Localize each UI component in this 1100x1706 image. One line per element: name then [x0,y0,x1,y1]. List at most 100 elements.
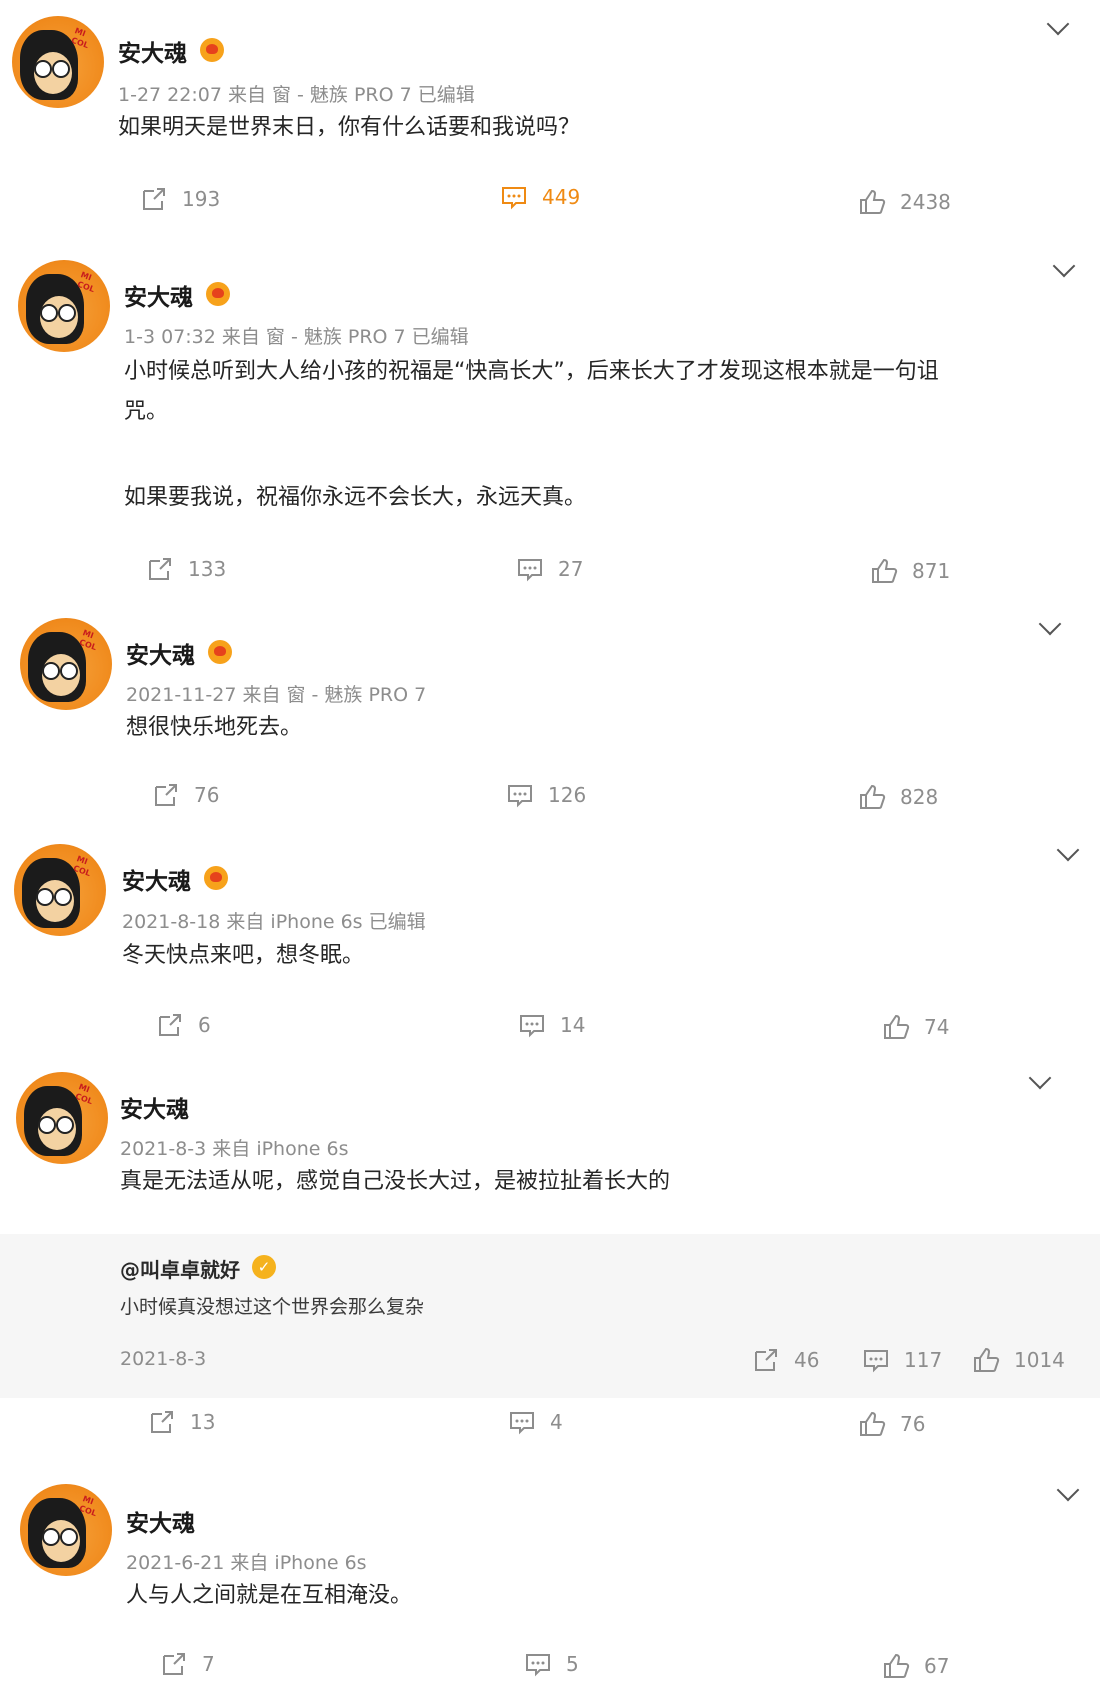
like-icon [870,557,898,585]
comment-button[interactable]: 27 [516,555,583,583]
chevron-down-icon[interactable] [1038,612,1062,636]
repost-icon [156,1011,184,1039]
comment-button[interactable]: 5 [524,1650,579,1678]
avatar[interactable]: MI COL [12,16,104,108]
comment-icon [518,1011,546,1039]
like-button[interactable]: 2438 [858,188,951,216]
avatar[interactable]: MI COL [20,1484,112,1576]
like-button[interactable]: 871 [870,557,950,585]
repost-button[interactable]: 193 [140,185,220,213]
like-button[interactable]: 76 [858,1410,925,1438]
repost-button[interactable]: 76 [152,781,219,809]
author-name[interactable]: 安大魂 [124,278,193,312]
comment-icon [508,1408,536,1436]
quoted-text: 小时候真没想过这个世界会那么复杂 [120,1296,425,1318]
repost-icon [140,185,168,213]
repost-icon [160,1650,188,1678]
repost-button[interactable]: 133 [146,555,226,583]
comment-count: 5 [566,1652,579,1676]
comment-icon [500,183,528,211]
repost-button[interactable]: 7 [160,1650,215,1678]
author-name[interactable]: 安大魂 [120,1090,189,1124]
quoted-like-button[interactable]: 1014 [972,1346,1065,1374]
vip-badge-icon [204,866,228,890]
post-text: 人与人之间就是在互相淹没。 [126,1583,413,1608]
vip-badge-icon [206,282,230,306]
comment-icon [862,1346,890,1374]
repost-count: 133 [188,557,227,581]
chevron-down-icon[interactable] [1056,838,1080,862]
like-button[interactable]: 74 [882,1013,949,1041]
chevron-down-icon[interactable] [1056,1478,1080,1502]
like-button[interactable]: 67 [882,1652,949,1680]
quoted-comment-button[interactable]: 117 [862,1346,942,1374]
repost-icon [152,781,180,809]
vip-badge-icon [208,640,232,664]
like-count: 828 [900,785,939,809]
comment-count: 117 [904,1348,943,1372]
repost-count: 7 [202,1652,215,1676]
vip-badge-icon [200,38,224,62]
post-text: 冬天快点来吧，想冬眠。 [122,943,365,968]
repost-button[interactable]: 6 [156,1011,211,1039]
comment-button[interactable]: 4 [508,1408,563,1436]
post-meta: 1-3 07:32 来自 窗 - 魅族 PRO 7 已编辑 [124,326,469,348]
post-text: 小时候总听到大人给小孩的祝福是“快高长大”，后来长大了才发现这根本就是一句诅 咒… [124,359,939,510]
post-text: 如果明天是世界末日，你有什么话要和我说吗？ [118,115,581,140]
repost-count: 6 [198,1013,211,1037]
like-icon [858,188,886,216]
like-icon [858,783,886,811]
author-name[interactable]: 安大魂 [126,1504,195,1538]
avatar[interactable]: MI COL [20,618,112,710]
like-count: 76 [900,1412,926,1436]
quoted-repost-button[interactable]: 46 [752,1346,819,1374]
repost-icon [752,1346,780,1374]
comment-button[interactable]: 14 [518,1011,585,1039]
post-text: 想很快乐地死去。 [126,715,303,740]
repost-count: 13 [190,1410,216,1434]
author-name[interactable]: 安大魂 [126,636,195,670]
post-meta: 2021-8-3 来自 iPhone 6s [120,1138,349,1160]
comment-count: 14 [560,1013,586,1037]
chevron-down-icon[interactable] [1046,12,1070,36]
like-count: 74 [924,1015,950,1039]
post-meta: 2021-6-21 来自 iPhone 6s [126,1552,367,1574]
like-icon [972,1346,1000,1374]
avatar[interactable]: MI COL [14,844,106,936]
avatar[interactable]: MI COL [16,1072,108,1164]
repost-count: 193 [182,187,221,211]
like-count: 871 [912,559,951,583]
quoted-post[interactable]: @叫卓卓就好 ✓ 小时候真没想过这个世界会那么复杂 2021-8-3 46 11… [0,1234,1100,1398]
comment-count: 449 [542,185,581,209]
repost-count: 76 [194,783,220,807]
quoted-date: 2021-8-3 [120,1348,207,1370]
verified-icon: ✓ [252,1255,276,1279]
repost-count: 46 [794,1348,820,1372]
comment-button[interactable]: 449 [500,183,580,211]
comment-icon [516,555,544,583]
repost-button[interactable]: 13 [148,1408,215,1436]
author-name[interactable]: 安大魂 [118,34,187,68]
author-name[interactable]: 安大魂 [122,862,191,896]
quoted-author[interactable]: @叫卓卓就好 [120,1254,240,1283]
repost-icon [148,1408,176,1436]
post-text: 真是无法适从呢，感觉自己没长大过，是被拉扯着长大的 [120,1169,671,1194]
post-meta: 2021-8-18 来自 iPhone 6s 已编辑 [122,911,426,933]
like-count: 2438 [900,190,951,214]
chevron-down-icon[interactable] [1052,254,1076,278]
like-count: 1014 [1014,1348,1065,1372]
comment-count: 27 [558,557,584,581]
post-meta: 2021-11-27 来自 窗 - 魅族 PRO 7 [126,684,427,706]
comment-button[interactable]: 126 [506,781,586,809]
chevron-down-icon[interactable] [1028,1066,1052,1090]
like-icon [882,1013,910,1041]
repost-icon [146,555,174,583]
comment-count: 126 [548,783,587,807]
comment-icon [506,781,534,809]
like-button[interactable]: 828 [858,783,938,811]
avatar[interactable]: MI COL [18,260,110,352]
like-icon [882,1652,910,1680]
comment-icon [524,1650,552,1678]
like-icon [858,1410,886,1438]
comment-count: 4 [550,1410,563,1434]
